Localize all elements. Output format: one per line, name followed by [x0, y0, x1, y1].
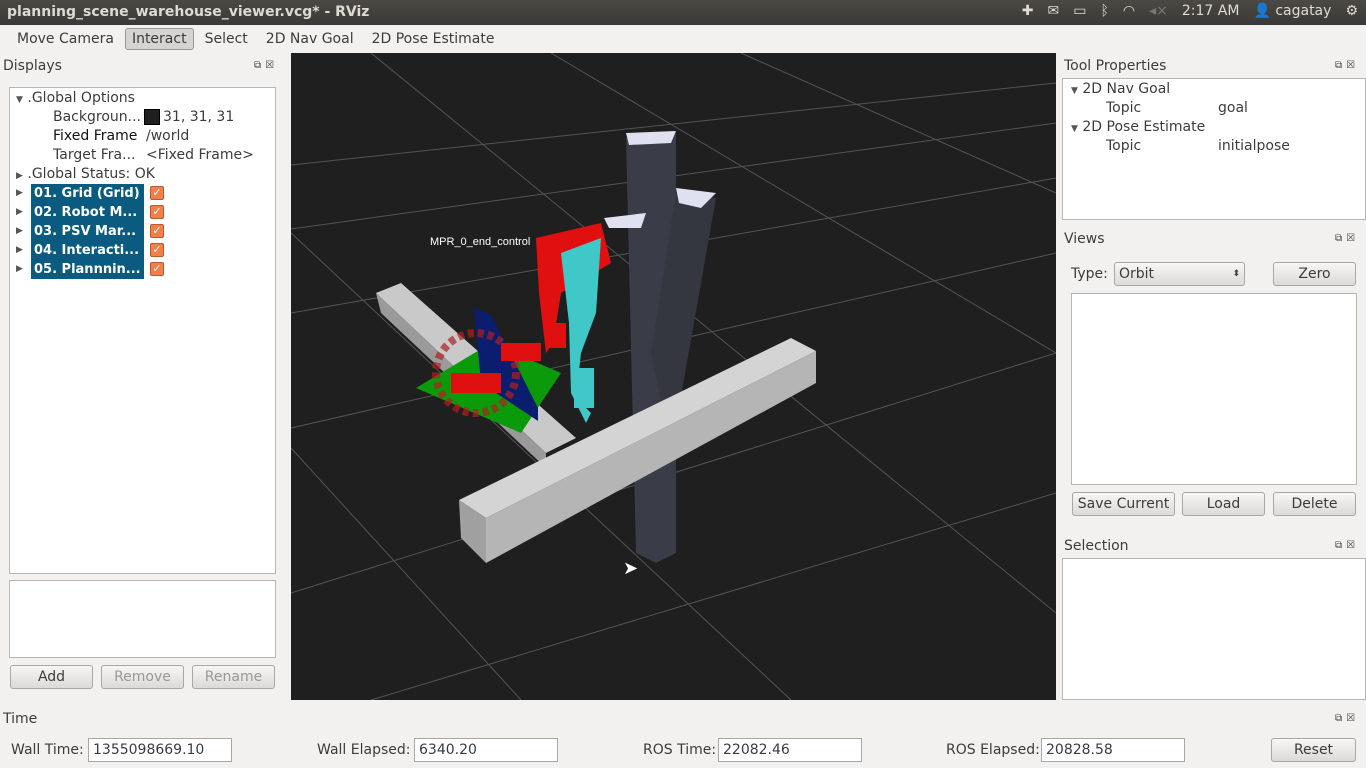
prop-topic-value[interactable]: initialpose — [1218, 138, 1290, 154]
wall-elapsed-label: Wall Elapsed: — [317, 742, 411, 758]
expand-arrow-icon[interactable]: ▶ — [16, 264, 23, 274]
wall-elapsed-field[interactable]: 6340.20 — [414, 738, 558, 762]
displays-tree[interactable]: ▼ .Global Options Backgroun... 31, 31, 3… — [9, 87, 276, 574]
prop-target-frame-label: Target Fra... — [53, 147, 136, 163]
view-type-label: Type: — [1071, 266, 1108, 282]
view-type-select[interactable]: Orbit ⬍ — [1114, 262, 1245, 286]
window-title: planning_scene_warehouse_viewer.vcg* - R… — [7, 4, 370, 20]
tool-properties-title: Tool Properties — [1064, 58, 1167, 74]
load-button[interactable]: Load — [1182, 492, 1265, 516]
displays-title: Displays — [3, 58, 62, 74]
ros-elapsed-field[interactable]: 20828.58 — [1041, 738, 1185, 762]
expand-arrow-icon[interactable]: ▶ — [16, 171, 23, 181]
color-swatch[interactable] — [144, 109, 160, 125]
wall-time-field[interactable]: 1355098669.10 — [88, 738, 232, 762]
reset-button[interactable]: Reset — [1271, 738, 1356, 762]
prop-target-frame-value[interactable]: <Fixed Frame> — [146, 147, 254, 163]
marker-label: MPR_0_end_control — [430, 236, 530, 248]
enabled-checkbox[interactable]: ✓ — [150, 262, 164, 276]
dock-buttons[interactable]: ⧉☒ — [1335, 540, 1359, 551]
wall-time-label: Wall Time: — [11, 742, 84, 758]
user-menu[interactable]: 👤 cagatay — [1253, 3, 1331, 19]
dock-buttons[interactable]: ⧉☒ — [254, 60, 278, 71]
user-icon: 👤 — [1253, 3, 1271, 19]
scene: MPR_0_end_control — [290, 52, 1057, 701]
ros-time-field[interactable]: 22082.46 — [718, 738, 862, 762]
bluetooth-icon[interactable]: ᛒ — [1101, 3, 1109, 19]
prop-background-label: Backgroun... — [53, 109, 141, 125]
prop-background-value[interactable]: 31, 31, 31 — [163, 109, 234, 125]
add-button[interactable]: Add — [10, 665, 93, 689]
prop-topic-label: Topic — [1106, 100, 1142, 116]
enabled-checkbox[interactable]: ✓ — [150, 243, 164, 257]
expand-arrow-icon[interactable]: ▼ — [1071, 86, 1078, 96]
tool-2d-nav-goal[interactable]: 2D Nav Goal — [259, 28, 361, 50]
ros-elapsed-label: ROS Elapsed: — [946, 742, 1040, 758]
dock-buttons[interactable]: ⧉☒ — [1335, 233, 1359, 244]
prop-topic-label: Topic — [1106, 138, 1142, 154]
spinner-icon: ⬍ — [1232, 269, 1240, 279]
tall-pillar — [604, 131, 716, 563]
view-type-value: Orbit — [1119, 266, 1155, 282]
expand-arrow-icon[interactable]: ▶ — [16, 245, 23, 255]
time-title: Time — [3, 711, 38, 727]
battery-icon[interactable]: ▭ — [1073, 3, 1086, 19]
expand-arrow-icon[interactable]: ▼ — [16, 95, 23, 105]
expand-arrow-icon[interactable]: ▶ — [16, 226, 23, 236]
display-label[interactable]: 05. Plannnin... — [31, 260, 144, 279]
views-list[interactable] — [1071, 293, 1357, 485]
global-status[interactable]: .Global Status: OK — [27, 166, 155, 182]
global-options[interactable]: .Global Options — [27, 90, 135, 106]
rename-button[interactable]: Rename — [192, 665, 275, 689]
3d-viewport[interactable]: MPR_0_end_control ➤ — [290, 52, 1057, 701]
zero-button[interactable]: Zero — [1273, 262, 1356, 286]
selection-title: Selection — [1064, 538, 1129, 554]
expand-arrow-icon[interactable]: ▶ — [16, 188, 23, 198]
save-current-button[interactable]: Save Current — [1072, 492, 1175, 516]
tool-toolbar: Move Camera Interact Select 2D Nav Goal … — [0, 25, 1366, 53]
mail-icon[interactable]: ✉ — [1048, 3, 1060, 19]
group-pose-estimate[interactable]: 2D Pose Estimate — [1082, 119, 1205, 135]
display-label[interactable]: 01. Grid (Grid) — [31, 184, 144, 203]
selection-panel[interactable] — [1062, 558, 1366, 700]
prop-fixed-frame-label: Fixed Frame — [53, 128, 138, 144]
enabled-checkbox[interactable]: ✓ — [150, 205, 164, 219]
display-label[interactable]: 04. Interacti... — [31, 241, 144, 260]
dock-buttons[interactable]: ⧉☒ — [1335, 60, 1359, 71]
remove-button[interactable]: Remove — [101, 665, 184, 689]
mouse-cursor-icon: ➤ — [623, 558, 639, 579]
expand-arrow-icon[interactable]: ▼ — [1071, 124, 1078, 134]
tool-properties-tree[interactable]: ▼ 2D Nav Goal Topic goal ▼ 2D Pose Estim… — [1062, 78, 1366, 220]
display-label[interactable]: 02. Robot M... — [31, 203, 144, 222]
delete-button[interactable]: Delete — [1273, 492, 1356, 516]
tool-move-camera[interactable]: Move Camera — [10, 28, 121, 50]
display-description — [9, 580, 276, 658]
prop-fixed-frame-value[interactable]: /world — [146, 128, 189, 144]
views-title: Views — [1064, 231, 1105, 247]
clock[interactable]: 2:17 AM — [1182, 3, 1240, 19]
tool-interact[interactable]: Interact — [124, 28, 194, 50]
enabled-checkbox[interactable]: ✓ — [150, 186, 164, 200]
tool-2d-pose-estimate[interactable]: 2D Pose Estimate — [365, 28, 502, 50]
robot-cyan — [561, 238, 601, 423]
dock-buttons[interactable]: ⧉☒ — [1335, 713, 1359, 724]
group-nav-goal[interactable]: 2D Nav Goal — [1082, 81, 1170, 97]
tool-select[interactable]: Select — [198, 28, 255, 50]
top-panel: planning_scene_warehouse_viewer.vcg* - R… — [0, 0, 1366, 25]
ros-time-label: ROS Time: — [643, 742, 717, 758]
wifi-icon[interactable]: ◠ — [1123, 3, 1135, 19]
expand-arrow-icon[interactable]: ▶ — [16, 207, 23, 217]
enabled-checkbox[interactable]: ✓ — [150, 224, 164, 238]
dropbox-icon[interactable]: ✚ — [1022, 3, 1034, 19]
display-label[interactable]: 03. PSV Mar... — [31, 222, 144, 241]
volume-muted-icon[interactable]: ◂× — [1149, 3, 1168, 19]
prop-topic-value[interactable]: goal — [1218, 100, 1248, 116]
power-gear-icon[interactable]: ⚙ — [1345, 3, 1358, 19]
